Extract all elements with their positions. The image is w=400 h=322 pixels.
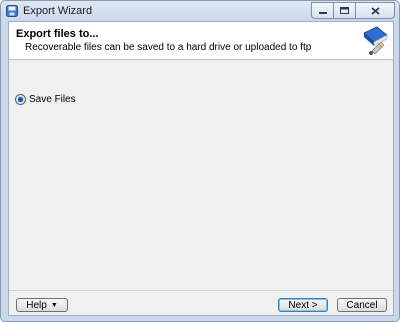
help-button-label: Help bbox=[26, 299, 47, 311]
save-files-option[interactable]: Save Files bbox=[15, 94, 76, 105]
save-files-label: Save Files bbox=[29, 94, 76, 105]
book-icon bbox=[363, 26, 388, 55]
help-button[interactable]: Help ▼ bbox=[16, 298, 68, 312]
disk-icon bbox=[6, 5, 18, 17]
next-button[interactable]: Next > bbox=[278, 298, 328, 312]
maximize-button[interactable] bbox=[333, 2, 356, 19]
window-title: Export Wizard bbox=[23, 5, 93, 17]
wizard-header: Export files to... Recoverable files can… bbox=[9, 22, 393, 60]
next-button-label: Next > bbox=[288, 299, 318, 311]
header-title: Export files to... bbox=[16, 28, 99, 40]
cancel-button-label: Cancel bbox=[346, 299, 378, 311]
cancel-button[interactable]: Cancel bbox=[337, 298, 387, 312]
minimize-icon bbox=[318, 11, 327, 14]
footer-divider bbox=[9, 290, 393, 291]
export-wizard-window: Export Wizard Export files to... Recover… bbox=[0, 0, 400, 322]
close-icon bbox=[370, 6, 380, 15]
minimize-button[interactable] bbox=[311, 2, 334, 19]
save-files-radio[interactable] bbox=[15, 94, 26, 105]
wizard-content: Export files to... Recoverable files can… bbox=[8, 21, 394, 316]
close-button[interactable] bbox=[355, 2, 395, 19]
caption-buttons bbox=[311, 2, 395, 19]
maximize-icon bbox=[340, 7, 349, 14]
chevron-down-icon: ▼ bbox=[50, 301, 58, 309]
header-subtitle: Recoverable files can be saved to a hard… bbox=[25, 42, 312, 53]
title-bar[interactable]: Export Wizard bbox=[1, 1, 399, 21]
